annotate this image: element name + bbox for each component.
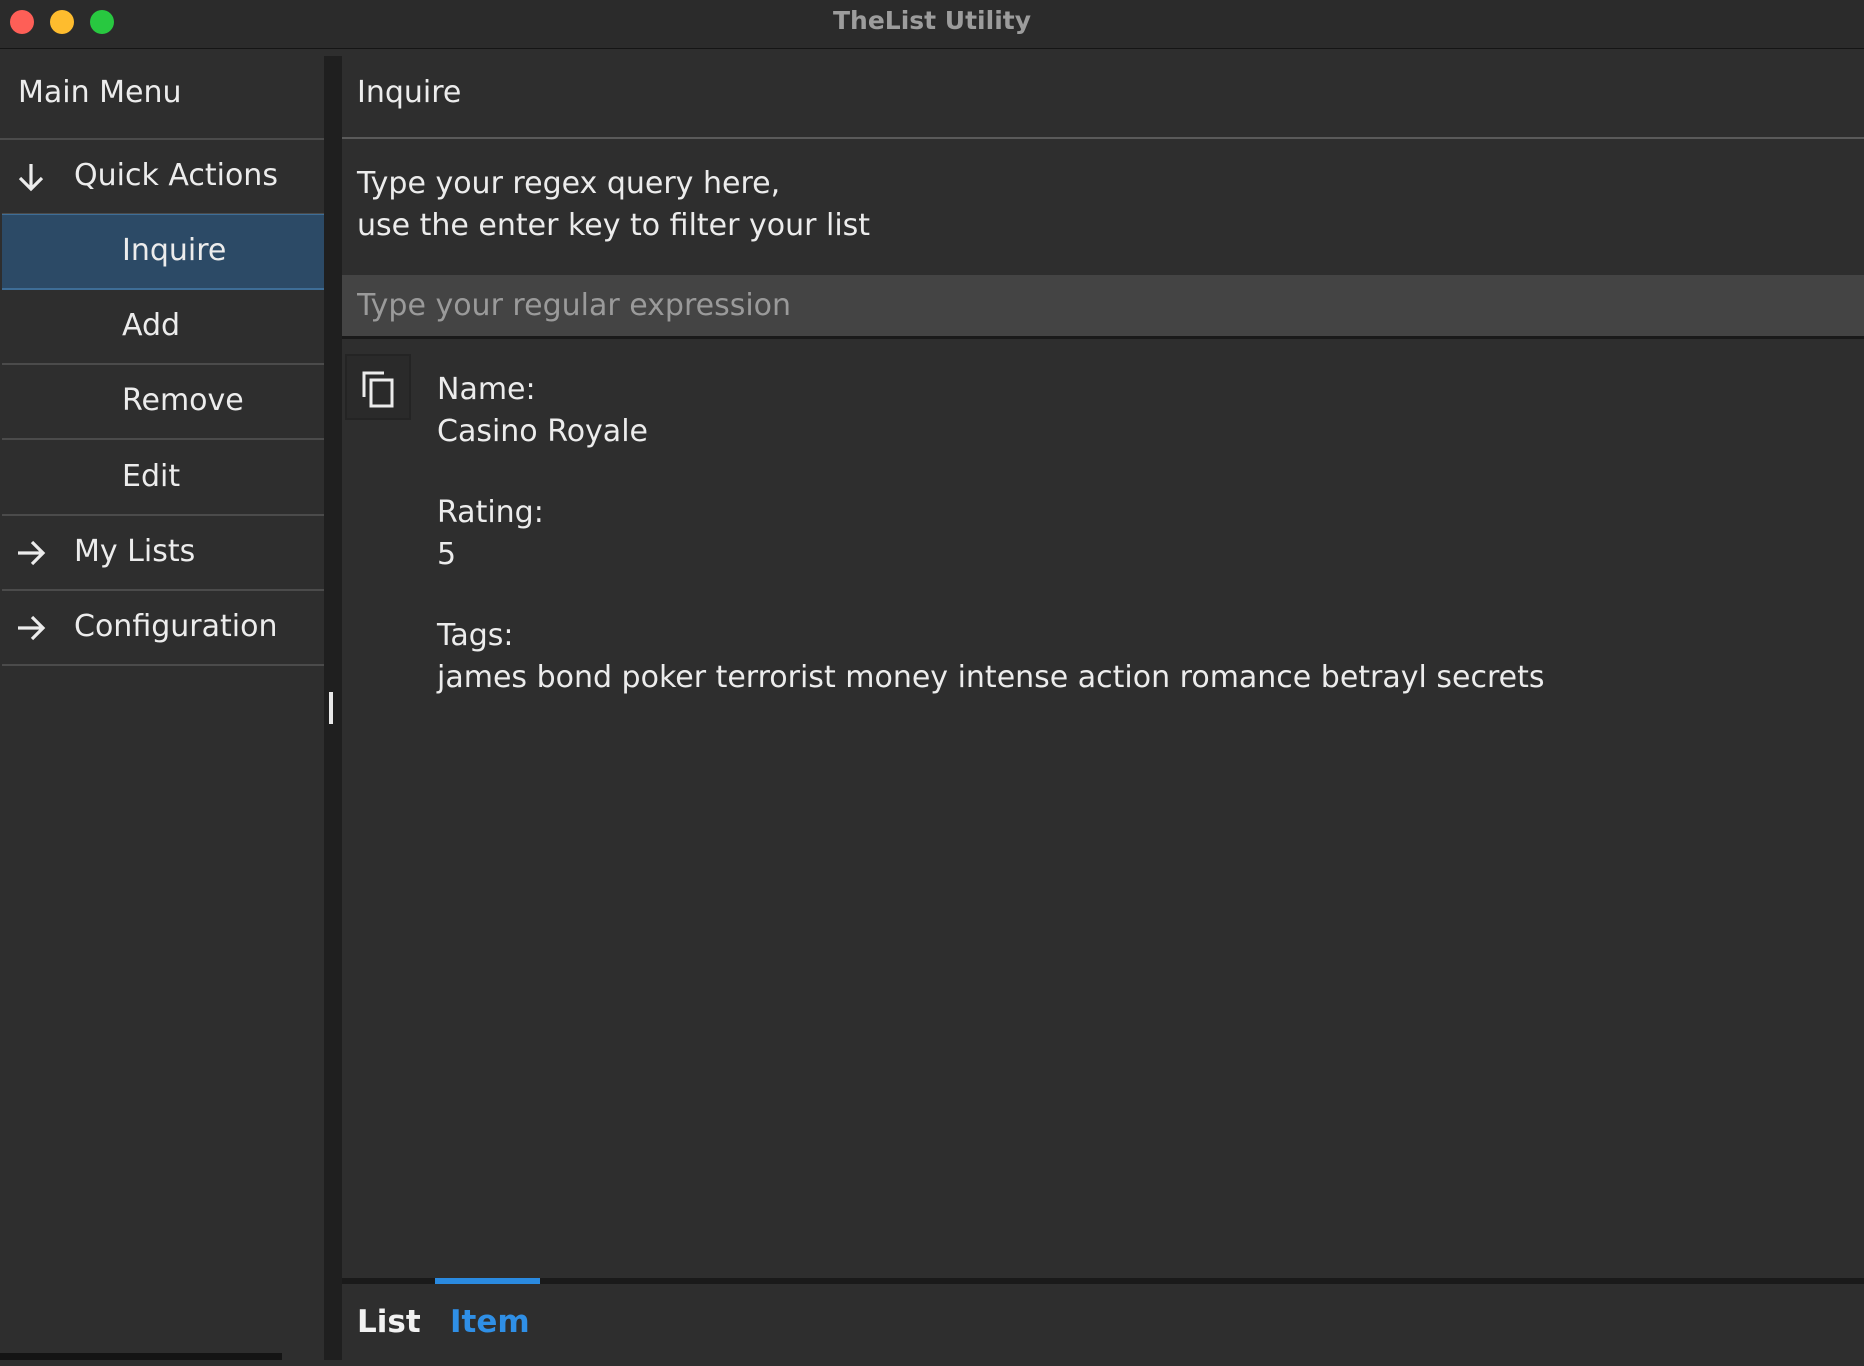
tab-item[interactable]: Item	[450, 1304, 530, 1340]
main-header: Inquire	[342, 49, 1864, 139]
sidebar-item-inquire[interactable]: Inquire	[2, 214, 324, 290]
sidebar-item-label: Add	[122, 308, 181, 343]
copy-icon	[362, 371, 394, 408]
sidebar-item-label: Inquire	[122, 233, 227, 268]
sidebar-item-configuration[interactable]: Configuration	[2, 591, 324, 666]
window-title: TheList Utility	[832, 6, 1032, 35]
title-bar: TheList Utility	[0, 0, 1864, 49]
arrow-down-icon	[18, 164, 44, 192]
sidebar-splitter[interactable]	[324, 56, 342, 1360]
sidebar-item-remove[interactable]: Remove	[2, 365, 324, 440]
active-tab-indicator	[435, 1278, 540, 1284]
arrow-right-icon	[18, 615, 46, 641]
item-tags-value: james bond poker terrorist money intense…	[437, 660, 1545, 695]
sidebar-item-label: My Lists	[74, 534, 196, 569]
item-rating-label: Rating:	[437, 495, 544, 530]
arrow-right-icon	[18, 540, 46, 566]
view-tab-bar: List Item	[342, 1278, 1864, 1366]
tab-list[interactable]: List	[357, 1304, 421, 1340]
item-rating-field: Rating: 5	[437, 492, 544, 576]
sidebar-title: Main Menu	[18, 75, 182, 110]
item-tags-label: Tags:	[437, 618, 514, 653]
instructions-line-1: Type your regex query here,	[357, 166, 781, 201]
item-tags-field: Tags: james bond poker terrorist money i…	[437, 615, 1545, 699]
sidebar-item-add[interactable]: Add	[2, 290, 324, 365]
sidebar-item-quick-actions[interactable]: Quick Actions	[2, 140, 324, 215]
sidebar-item-label: Configuration	[74, 609, 278, 644]
sidebar: Main Menu Quick Actions Inquire Add Remo…	[0, 49, 324, 1360]
sidebar-item-edit[interactable]: Edit	[2, 441, 324, 516]
main-panel: Inquire Type your regex query here, use …	[342, 49, 1864, 1366]
instructions-line-2: use the enter key to filter your list	[357, 208, 871, 243]
sidebar-item-label: Quick Actions	[74, 158, 278, 193]
sidebar-item-label: Edit	[122, 459, 181, 494]
copy-button[interactable]	[345, 354, 411, 420]
page-title: Inquire	[357, 75, 462, 110]
item-name-value: Casino Royale	[437, 414, 648, 449]
sidebar-header: Main Menu	[0, 49, 324, 140]
regex-search-input[interactable]	[342, 275, 1864, 339]
instructions: Type your regex query here, use the ente…	[357, 163, 870, 247]
sidebar-item-label: Remove	[122, 383, 244, 418]
item-name-field: Name: Casino Royale	[437, 369, 648, 453]
splitter-handle[interactable]	[329, 692, 333, 724]
sidebar-scrollbar[interactable]	[0, 1353, 282, 1360]
item-rating-value: 5	[437, 537, 457, 572]
sidebar-item-my-lists[interactable]: My Lists	[2, 516, 324, 591]
item-name-label: Name:	[437, 372, 536, 407]
